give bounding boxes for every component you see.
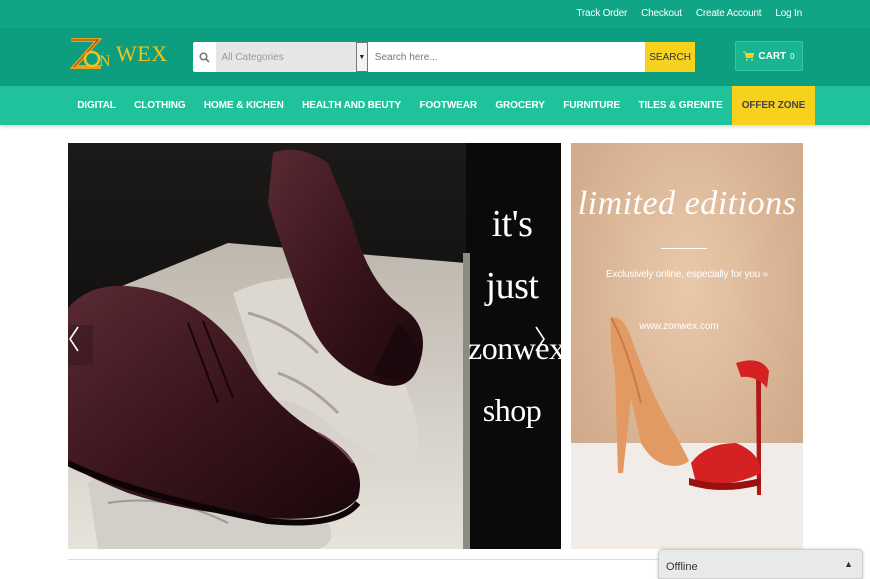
top-links: Track Order Checkout Create Account Log … <box>576 8 802 19</box>
chat-status: Offline <box>666 561 698 573</box>
category-select[interactable]: All Categories ▼ <box>216 42 368 72</box>
site-header: N WEX All Categories ▼ SEARCH CART 0 <box>0 28 870 86</box>
category-nav: DIGITAL CLOTHING HOME & KICHEN HEALTH AN… <box>0 86 870 125</box>
nav-item-digital[interactable]: DIGITAL <box>68 86 125 125</box>
search-bar: All Categories ▼ SEARCH <box>193 42 695 72</box>
top-bar: Track Order Checkout Create Account Log … <box>0 0 870 28</box>
hero-slider[interactable]: it's just zonwex shop <box>68 143 561 549</box>
checkout-link[interactable]: Checkout <box>641 8 682 19</box>
banner-subtitle: Exclusively online, especially for you » <box>605 269 769 280</box>
track-order-link[interactable]: Track Order <box>576 8 627 19</box>
chevron-down-icon[interactable]: ▼ <box>355 42 368 72</box>
cart-icon <box>743 51 755 61</box>
create-account-link[interactable]: Create Account <box>696 8 762 19</box>
nav-item-furniture[interactable]: FURNITURE <box>554 86 629 125</box>
cart-count: 0 <box>790 51 795 61</box>
nav-item-offer-zone[interactable]: OFFER ZONE <box>731 86 816 125</box>
svg-text:N: N <box>99 53 111 70</box>
logo-text: WEX <box>116 41 168 66</box>
slider-next-button[interactable] <box>534 325 559 365</box>
banner-title: limited editions <box>577 185 797 222</box>
site-logo[interactable]: N WEX <box>68 36 168 72</box>
logo-mark-icon: N <box>69 38 111 70</box>
search-input[interactable] <box>366 42 646 72</box>
nav-item-grocery[interactable]: GROCERY <box>486 86 554 125</box>
nav-item-footwear[interactable]: FOOTWEAR <box>410 86 486 125</box>
login-link[interactable]: Log In <box>775 8 802 19</box>
banner-url: www.zonwex.com <box>639 321 719 332</box>
chat-widget[interactable]: Offline ▲ <box>658 549 863 579</box>
banner-divider <box>661 248 707 249</box>
cart-button[interactable]: CART 0 <box>735 41 803 71</box>
nav-item-home-kitchen[interactable]: HOME & KICHEN <box>195 86 293 125</box>
cart-label: CART <box>758 50 787 62</box>
chevron-right-icon <box>535 326 545 352</box>
slider-prev-button[interactable] <box>68 325 93 365</box>
search-button[interactable]: SEARCH <box>645 42 695 72</box>
slide-line-1: it's <box>491 203 533 245</box>
slide-line-2: just <box>485 265 539 307</box>
search-icon <box>193 42 217 72</box>
slide-line-4: shop <box>482 392 542 428</box>
nav-item-clothing[interactable]: CLOTHING <box>125 86 195 125</box>
category-select-value: All Categories <box>221 51 284 63</box>
nav-item-tiles-granite[interactable]: TILES & GRENITE <box>629 86 731 125</box>
slide-caption: it's just zonwex shop <box>468 193 561 441</box>
chevron-up-icon[interactable]: ▲ <box>844 559 853 569</box>
nav-item-health-beauty[interactable]: HEALTH AND BEUTY <box>293 86 410 125</box>
chevron-left-icon <box>69 326 79 352</box>
promo-banner[interactable]: limited editions Exclusively online, esp… <box>571 143 803 549</box>
